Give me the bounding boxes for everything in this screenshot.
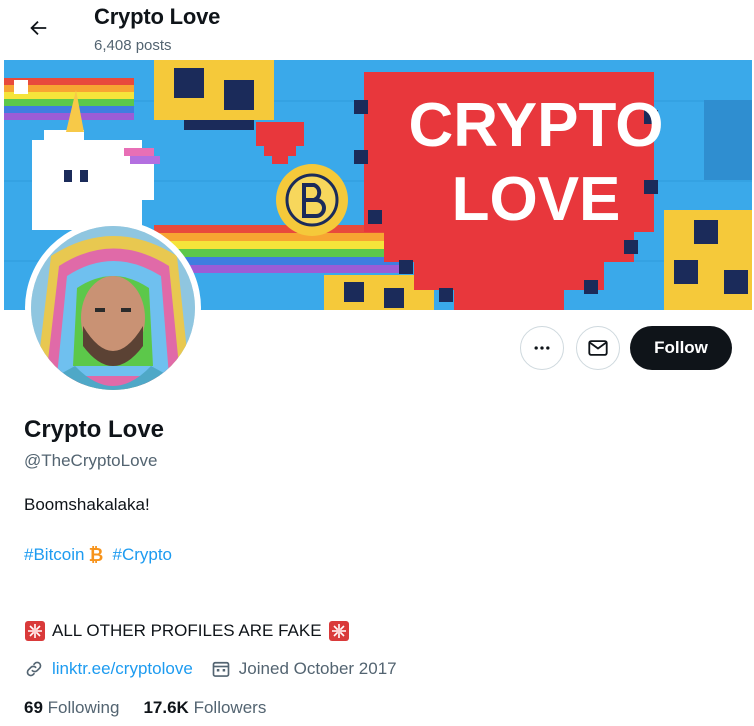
profile-meta: linktr.ee/cryptolove Joined October 2017 (24, 659, 397, 679)
link-icon (24, 659, 44, 679)
following-label: Following (47, 698, 120, 717)
more-icon (534, 346, 550, 350)
profile-stats: 69 Following 17.6K Followers (24, 698, 290, 718)
calendar-icon (211, 659, 231, 679)
follow-button[interactable]: Follow (630, 326, 732, 370)
profile-bio: Boomshakalaka! (24, 495, 150, 514)
followers-count: 17.6K (143, 698, 189, 717)
warning-text: ALL OTHER PROFILES ARE FAKE (52, 621, 322, 640)
message-button[interactable] (576, 326, 620, 370)
top-bar: Crypto Love 6,408 posts (0, 0, 754, 60)
hashtag-crypto[interactable]: #Crypto (112, 545, 172, 565)
header-title: Crypto Love (94, 4, 221, 29)
joined-date: Joined October 2017 (238, 659, 397, 678)
post-count: 6,408 posts (94, 37, 172, 54)
profile-name: Crypto Love (24, 416, 165, 443)
more-button[interactable] (520, 326, 564, 370)
arrow-left-icon (30, 20, 47, 36)
followers-label: Followers (193, 698, 267, 717)
envelope-icon (588, 340, 608, 356)
followers-stat[interactable]: 17.6K Followers (143, 698, 266, 718)
banner-heading-2: LOVE (452, 165, 621, 234)
profile-link[interactable]: linktr.ee/cryptolove (52, 659, 193, 679)
bio-hashtags: #Bitcoin ₿ #Crypto (24, 545, 172, 565)
following-count: 69 (24, 698, 43, 717)
bitcoin-icon: ₿ (86, 545, 106, 565)
back-button[interactable] (18, 8, 58, 48)
following-stat[interactable]: 69 Following (24, 698, 119, 718)
banner-heading-1: CRYPTO (409, 91, 664, 160)
hashtag-bitcoin[interactable]: #Bitcoin (24, 545, 84, 565)
profile-handle: @TheCryptoLove (24, 451, 158, 470)
siren-icon (24, 620, 46, 642)
siren-icon (328, 620, 350, 642)
bio-warning: ALL OTHER PROFILES ARE FAKE (24, 620, 350, 642)
avatar-image (31, 226, 195, 390)
avatar (31, 226, 195, 390)
avatar-wrapper[interactable] (25, 220, 201, 396)
svg-text:₿: ₿ (89, 545, 104, 565)
